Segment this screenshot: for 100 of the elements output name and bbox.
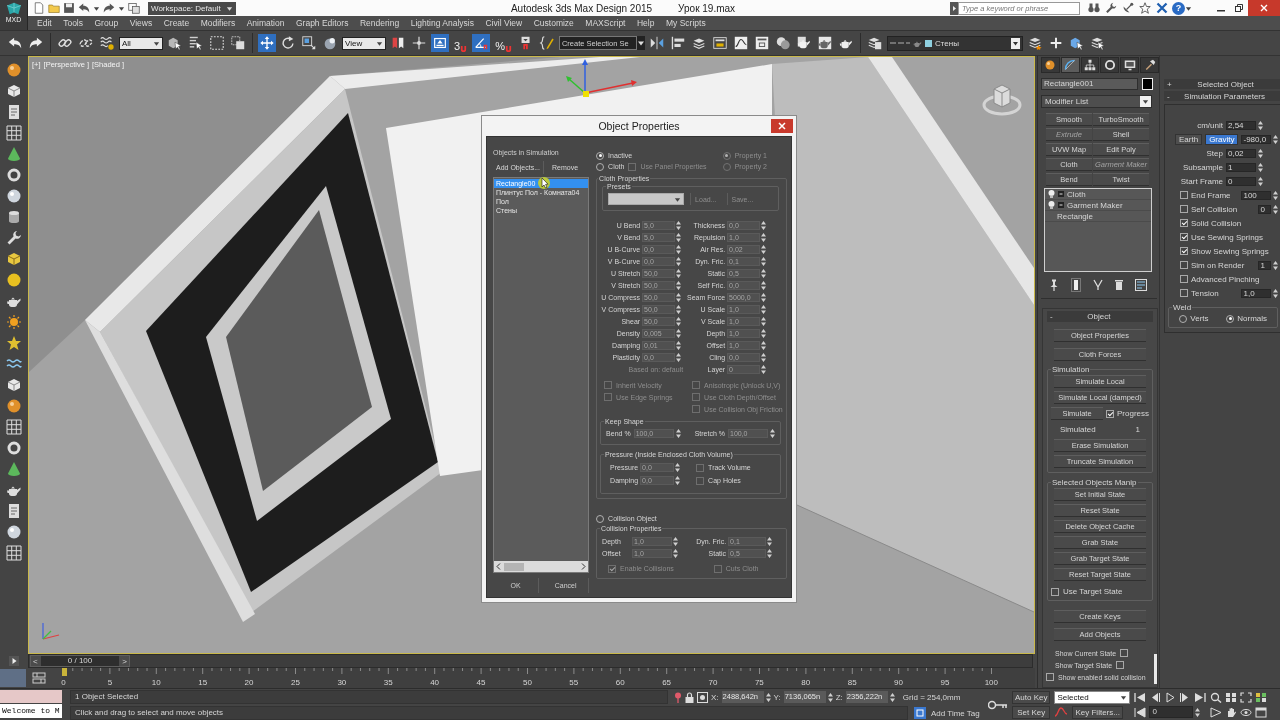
grid-icon[interactable] [6,545,22,561]
panel-icon[interactable] [710,34,729,52]
current-frame-marker[interactable] [62,668,67,676]
play-icon[interactable] [1164,691,1177,703]
time-tag-icon[interactable] [914,707,926,719]
spinner-arrows-icon[interactable] [1258,120,1263,130]
tile-grid-icon[interactable] [1255,691,1268,703]
spinner-arrows-icon[interactable] [889,692,895,702]
grid-icon[interactable] [6,419,22,435]
sphere-icon[interactable] [6,398,22,414]
checkbox[interactable] [1180,261,1188,269]
scroll-right-icon[interactable] [581,563,587,570]
snap-toggle-button[interactable]: 3 [452,34,470,52]
triangle-right-icon[interactable] [950,1,958,15]
rollout-toggle[interactable]: - [1167,91,1170,101]
key-mode-dropdown[interactable]: Selected [1054,690,1131,704]
magnifier-icon[interactable] [1210,691,1223,703]
stack-item[interactable]: Garment Maker [1045,200,1151,211]
eye-icon[interactable] [1240,706,1253,718]
target-square-icon[interactable] [697,691,708,703]
cube-icon[interactable] [6,83,22,99]
spinner-arrows-icon[interactable] [827,692,833,702]
cube-icon[interactable] [6,251,22,267]
cylinder-icon[interactable] [6,209,22,225]
sphere-icon[interactable] [6,188,22,204]
stack-item[interactable]: Rectangle [1045,211,1151,222]
skip-back-icon[interactable] [1134,706,1147,718]
wrench-icon[interactable] [6,230,22,246]
star-icon[interactable] [1139,2,1151,14]
menu-item[interactable]: Lighting Analysis [410,18,474,28]
checkbox[interactable] [1180,275,1188,283]
number-field[interactable]: 0 [1226,176,1256,186]
spinner-arrows-icon[interactable] [1258,162,1263,172]
hand-icon[interactable] [1225,706,1238,718]
checkbox[interactable] [1046,673,1054,681]
wrench-icon[interactable] [1105,2,1117,14]
number-field[interactable]: 0,02 [1226,148,1256,158]
circle-icon[interactable] [6,272,22,288]
binoculars-icon[interactable] [1088,2,1100,14]
four-squares-icon[interactable] [1225,691,1238,703]
triangle-icon[interactable] [1210,706,1223,718]
time-slider-track[interactable]: < 0 / 100 > [28,654,1033,668]
menu-item[interactable]: Create [163,18,190,28]
time-tag-label[interactable]: Add Time Tag [931,708,980,718]
menu-item[interactable]: Civil View [485,18,523,28]
light-bulb-icon[interactable] [1048,201,1055,209]
spinner-arrows-icon[interactable] [1195,707,1201,717]
trash-icon[interactable] [1115,279,1123,291]
listener-input-field[interactable] [0,690,62,703]
checkbox[interactable] [1180,247,1188,255]
redo-arrow-icon[interactable] [103,2,115,14]
cube-icon[interactable] [6,377,22,393]
close-button[interactable] [771,119,793,133]
star-icon[interactable] [6,335,22,351]
caret-icon[interactable] [636,36,645,50]
number-field[interactable]: 2,54 [1226,120,1256,130]
spinner-arrows-icon[interactable] [1273,190,1279,200]
menu-item[interactable]: Animation [246,18,285,28]
document-icon[interactable] [6,503,22,519]
spinner-arrows-icon[interactable] [1273,288,1279,298]
cone-icon[interactable] [6,146,22,162]
checkbox[interactable] [1180,289,1188,297]
fork-icon[interactable] [1093,279,1103,291]
help-button[interactable]: ? [1172,1,1185,15]
curve-editor-toggle[interactable] [0,669,26,687]
scroll-thumb[interactable] [1154,654,1157,684]
sphere-icon[interactable] [6,524,22,540]
menu-item[interactable]: Customize [533,18,574,28]
folder-window-icon[interactable] [128,2,140,14]
checkbox[interactable] [1120,649,1129,657]
number-field[interactable]: 100 [1241,190,1272,200]
auto-key-button[interactable]: Auto Key [1012,690,1051,704]
number-field[interactable]: 1,0 [1241,288,1272,298]
panel-tab[interactable] [1120,57,1140,73]
brace-pencil-icon[interactable] [537,34,556,52]
menu-item[interactable]: Views [129,18,153,28]
lock-icon[interactable] [685,691,694,703]
rollout-header[interactable]: - Object [1047,311,1153,322]
number-field[interactable]: 0 [1258,204,1272,214]
key-filters-button[interactable]: Key Filters... [1072,705,1123,719]
scroll-thumb[interactable] [504,562,524,571]
dropdown[interactable]: View [342,36,386,50]
rollout-toggle[interactable]: - [1050,312,1053,321]
menu-item[interactable]: Group [94,18,119,28]
checkbox[interactable] [1180,205,1188,213]
snap-toggle-button[interactable]: % [493,34,514,52]
previous-frame-button[interactable]: < [33,656,38,666]
spinner-arrows-icon[interactable] [1258,148,1263,158]
panel-tab[interactable] [1080,57,1100,73]
time-slider-thumb[interactable]: < 0 / 100 > [30,655,130,667]
panel-tab[interactable] [1140,57,1159,73]
number-field[interactable]: -980,0 [1241,134,1272,144]
x-mark-icon[interactable] [1156,2,1168,14]
skip-forward-icon[interactable] [1194,691,1207,703]
horizontal-scrollbar[interactable] [494,561,589,572]
minus-box-icon[interactable] [1058,191,1064,197]
close-button[interactable] [1248,0,1280,16]
panel-tab[interactable] [1100,57,1120,73]
stack-item[interactable]: Cloth [1045,189,1151,200]
bar-icon[interactable] [1071,278,1081,292]
